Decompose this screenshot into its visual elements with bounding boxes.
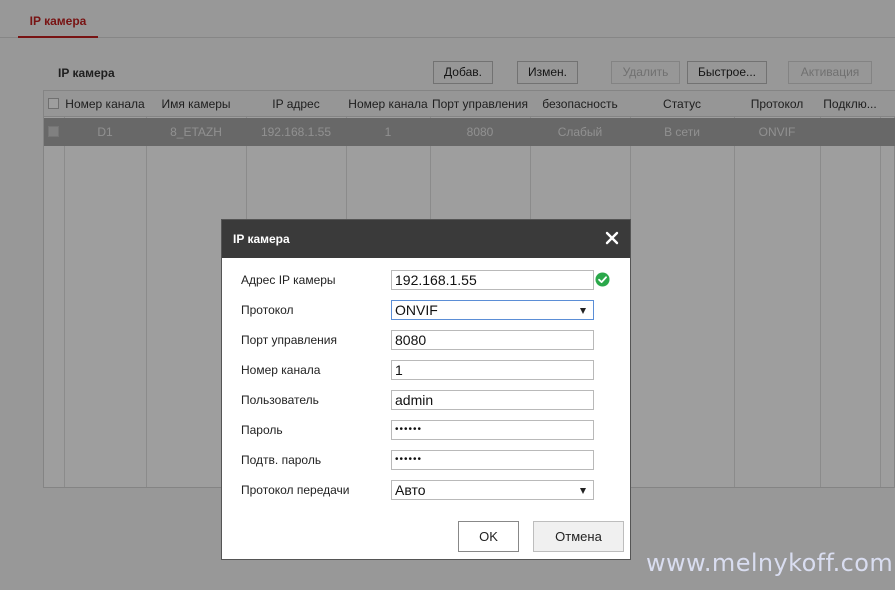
confirm-password-label: Подтв. пароль [241, 453, 322, 467]
user-input[interactable]: admin [391, 390, 594, 410]
mgmt-port-label: Порт управления [241, 333, 337, 347]
protocol-select[interactable]: ONVIF [391, 300, 594, 320]
transport-select[interactable]: Авто [391, 480, 594, 500]
ip-address-input[interactable]: 192.168.1.55 [391, 270, 594, 290]
chevron-down-icon [580, 308, 586, 314]
protocol-value: ONVIF [395, 302, 438, 318]
transport-value: Авто [395, 482, 426, 498]
dialog-title: IP камера [233, 232, 290, 246]
password-label: Пароль [241, 423, 283, 437]
user-label: Пользователь [241, 393, 319, 407]
mgmt-port-input[interactable]: 8080 [391, 330, 594, 350]
chevron-down-icon [580, 488, 586, 494]
ip-camera-dialog: IP камера Адрес IP камеры 192.168.1.55 П… [221, 219, 631, 560]
ok-button[interactable]: OK [458, 521, 519, 552]
check-icon [595, 272, 610, 287]
password-input[interactable]: •••••• [391, 420, 594, 440]
channel-label: Номер канала [241, 363, 321, 377]
protocol-label: Протокол [241, 303, 294, 317]
close-icon[interactable] [603, 229, 621, 247]
dialog-header: IP камера [222, 220, 630, 258]
ip-address-label: Адрес IP камеры [241, 273, 336, 287]
channel-input[interactable]: 1 [391, 360, 594, 380]
confirm-password-input[interactable]: •••••• [391, 450, 594, 470]
cancel-button[interactable]: Отмена [533, 521, 624, 552]
watermark: www.melnykoff.com [646, 549, 894, 577]
transport-label: Протокол передачи [241, 483, 350, 497]
